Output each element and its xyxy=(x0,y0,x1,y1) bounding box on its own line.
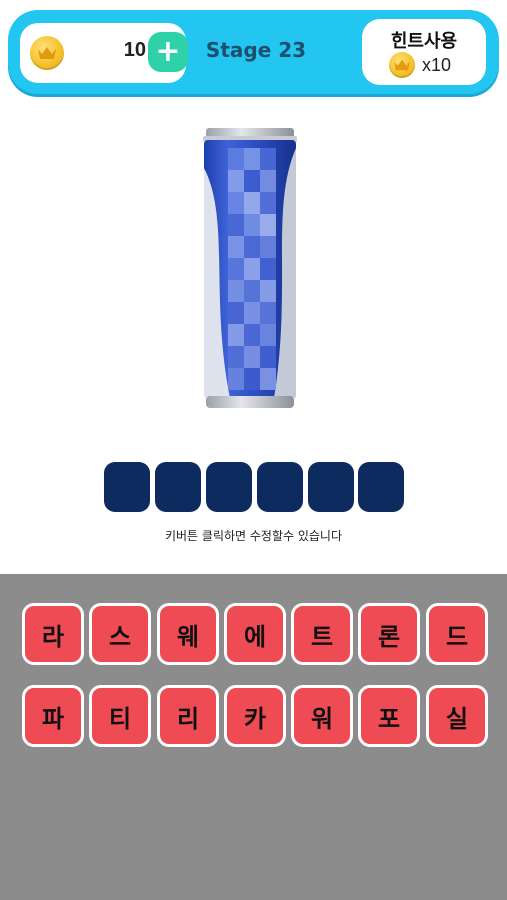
header-bar: 10 + Stage 23 힌트사용 x10 xyxy=(8,10,499,94)
crown-coin-icon xyxy=(389,52,415,78)
use-hint-button[interactable]: 힌트사용 x10 xyxy=(362,19,486,85)
letter-key[interactable]: 포 xyxy=(358,685,420,747)
answer-slot[interactable] xyxy=(257,462,303,512)
answer-slot[interactable] xyxy=(155,462,201,512)
letter-key[interactable]: 스 xyxy=(89,603,151,665)
letter-key[interactable]: 론 xyxy=(358,603,420,665)
coin-count: 10 xyxy=(123,39,146,61)
letter-key[interactable]: 파 xyxy=(22,685,84,747)
letter-key[interactable]: 리 xyxy=(157,685,219,747)
letter-key[interactable]: 에 xyxy=(224,603,286,665)
answer-slot[interactable] xyxy=(358,462,404,512)
puzzle-image xyxy=(203,128,297,408)
letter-key[interactable]: 워 xyxy=(291,685,353,747)
letter-key[interactable]: 트 xyxy=(291,603,353,665)
letter-key[interactable]: 카 xyxy=(224,685,286,747)
letter-key[interactable]: 드 xyxy=(426,603,488,665)
add-coins-button[interactable]: + xyxy=(148,32,188,72)
instructions-text: 키버튼 클릭하면 수정할수 있습니다 xyxy=(164,529,343,543)
letter-key[interactable]: 라 xyxy=(22,603,84,665)
letter-key[interactable]: 티 xyxy=(89,685,151,747)
answer-slot[interactable] xyxy=(206,462,252,512)
coin-balance: 10 + xyxy=(20,23,188,83)
hint-cost: x10 xyxy=(422,55,452,75)
letter-keyboard: 라 스 웨 에 트 론 드 파 티 리 카 워 포 실 xyxy=(0,574,507,900)
stage-title: Stage 23 xyxy=(205,38,307,62)
answer-slot[interactable] xyxy=(104,462,150,512)
hint-label: 힌트사용 xyxy=(390,31,458,52)
crown-coin-icon xyxy=(30,36,64,70)
letter-key[interactable]: 웨 xyxy=(157,603,219,665)
answer-slot[interactable] xyxy=(308,462,354,512)
letter-key[interactable]: 실 xyxy=(426,685,488,747)
